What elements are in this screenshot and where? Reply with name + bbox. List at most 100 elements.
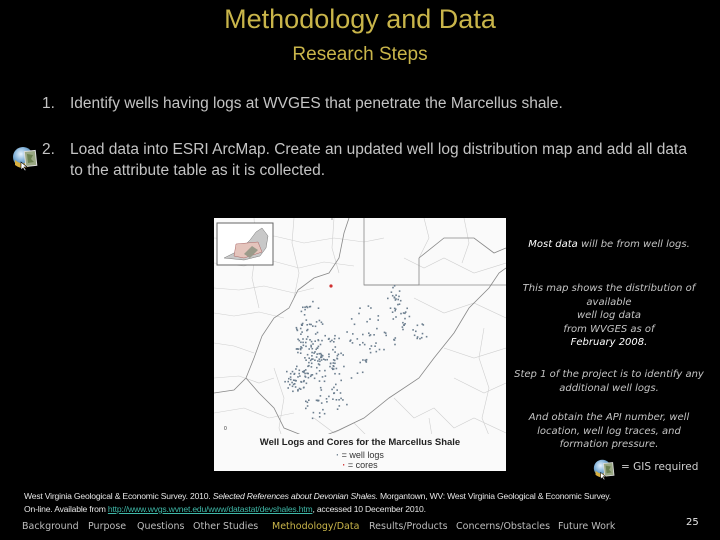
well-log-point	[391, 311, 394, 313]
well-log-point	[422, 324, 425, 326]
well-log-point	[302, 344, 305, 347]
well-log-point	[335, 367, 338, 370]
well-log-point	[334, 346, 337, 348]
citation: West Virginia Geological & Economic Surv…	[24, 490, 714, 516]
well-log-point	[383, 348, 385, 351]
well-log-point	[315, 356, 318, 358]
nav-methodology-data[interactable]: Methodology/Data	[272, 521, 359, 532]
well-log-point	[420, 336, 423, 339]
well-log-point	[365, 358, 368, 361]
gis-required-label: = GIS required	[621, 461, 699, 473]
well-log-point	[333, 392, 335, 395]
nav-purpose[interactable]: Purpose	[88, 521, 126, 532]
citation-link[interactable]: http://www.wvgs.wvnet.edu/www/datastat/d…	[108, 504, 313, 514]
well-log-point	[310, 323, 312, 326]
well-log-point	[332, 368, 335, 370]
well-log-point	[307, 335, 309, 338]
well-log-point	[320, 356, 322, 359]
well-log-point	[315, 399, 318, 402]
well-log-point	[340, 397, 342, 400]
well-log-point	[311, 347, 314, 350]
slide-subtitle: Research Steps	[292, 44, 428, 65]
well-log-point	[318, 364, 321, 366]
well-log-point	[302, 338, 304, 340]
well-log-point	[305, 319, 308, 321]
well-log-point	[373, 334, 375, 336]
map-legend-label: = cores	[347, 460, 378, 470]
well-log-point	[301, 331, 303, 333]
well-log-point	[320, 389, 323, 391]
well-log-point	[356, 372, 359, 374]
well-log-point	[315, 372, 318, 375]
side-note-distribution: This map shows the distribution of avail…	[514, 282, 704, 350]
well-log-point	[333, 365, 335, 368]
well-log-point	[362, 341, 364, 344]
nav-other-studies[interactable]: Other Studies	[193, 521, 258, 532]
well-log-point	[302, 306, 304, 309]
well-log-point	[356, 338, 359, 340]
well-log-point	[295, 348, 298, 350]
well-log-point	[375, 350, 378, 353]
well-log-point	[362, 333, 364, 336]
well-log-point	[313, 352, 315, 354]
well-log-point	[305, 345, 307, 348]
well-log-point	[320, 321, 323, 324]
well-log-point	[305, 400, 307, 403]
map-title: Well Logs and Cores for the Marcellus Sh…	[259, 437, 461, 448]
well-log-distribution-map: 0 Well Logs and Cores for the Marcellus …	[214, 218, 506, 471]
well-log-point	[310, 366, 313, 368]
nav-questions[interactable]: Questions	[137, 521, 184, 532]
well-log-point	[334, 372, 336, 375]
well-log-point	[297, 351, 299, 354]
well-log-point	[318, 412, 321, 414]
well-log-point	[393, 339, 396, 341]
well-log-point	[337, 353, 340, 356]
well-log-point	[300, 381, 303, 383]
core-point	[329, 284, 333, 288]
well-log-point	[338, 373, 341, 375]
well-log-point	[311, 374, 314, 376]
well-log-point	[304, 369, 307, 371]
well-log-point	[415, 330, 417, 333]
well-log-point	[318, 352, 320, 355]
well-log-point	[316, 366, 318, 369]
well-log-point	[329, 365, 331, 368]
well-log-point	[346, 403, 348, 406]
well-log-point	[310, 358, 313, 360]
well-log-point	[400, 312, 402, 315]
well-log-point	[306, 401, 309, 404]
well-log-point	[359, 307, 361, 309]
well-log-point	[363, 343, 366, 346]
well-log-point	[332, 359, 335, 361]
well-log-point	[336, 408, 339, 410]
well-log-point	[298, 369, 301, 372]
nav-results-products[interactable]: Results/Products	[369, 521, 448, 532]
well-log-point	[320, 402, 323, 404]
well-log-point	[302, 386, 305, 389]
side-note-most-data: Most data will be from well logs.	[514, 238, 704, 252]
nav-concerns-obstacles[interactable]: Concerns/Obstacles	[456, 521, 550, 532]
well-log-point	[312, 411, 315, 414]
well-log-point	[361, 371, 364, 374]
well-log-point	[378, 348, 381, 351]
well-log-point	[284, 380, 286, 383]
well-log-point	[318, 370, 321, 372]
well-log-point	[399, 299, 402, 302]
nav-background[interactable]: Background	[22, 521, 79, 532]
well-log-point	[291, 381, 293, 384]
well-log-point	[340, 352, 342, 355]
well-log-point	[331, 388, 333, 391]
well-log-point	[332, 398, 334, 400]
well-log-point	[408, 315, 411, 318]
well-log-point	[295, 368, 297, 370]
well-log-point	[393, 296, 396, 298]
well-log-point	[311, 355, 313, 357]
well-log-point	[397, 303, 399, 306]
well-log-point	[289, 383, 291, 386]
well-log-point	[392, 318, 395, 320]
well-log-points	[284, 285, 428, 420]
nav-future-work[interactable]: Future Work	[558, 521, 615, 532]
well-log-point	[303, 314, 306, 316]
well-log-point	[300, 323, 303, 326]
well-log-point	[370, 345, 373, 347]
